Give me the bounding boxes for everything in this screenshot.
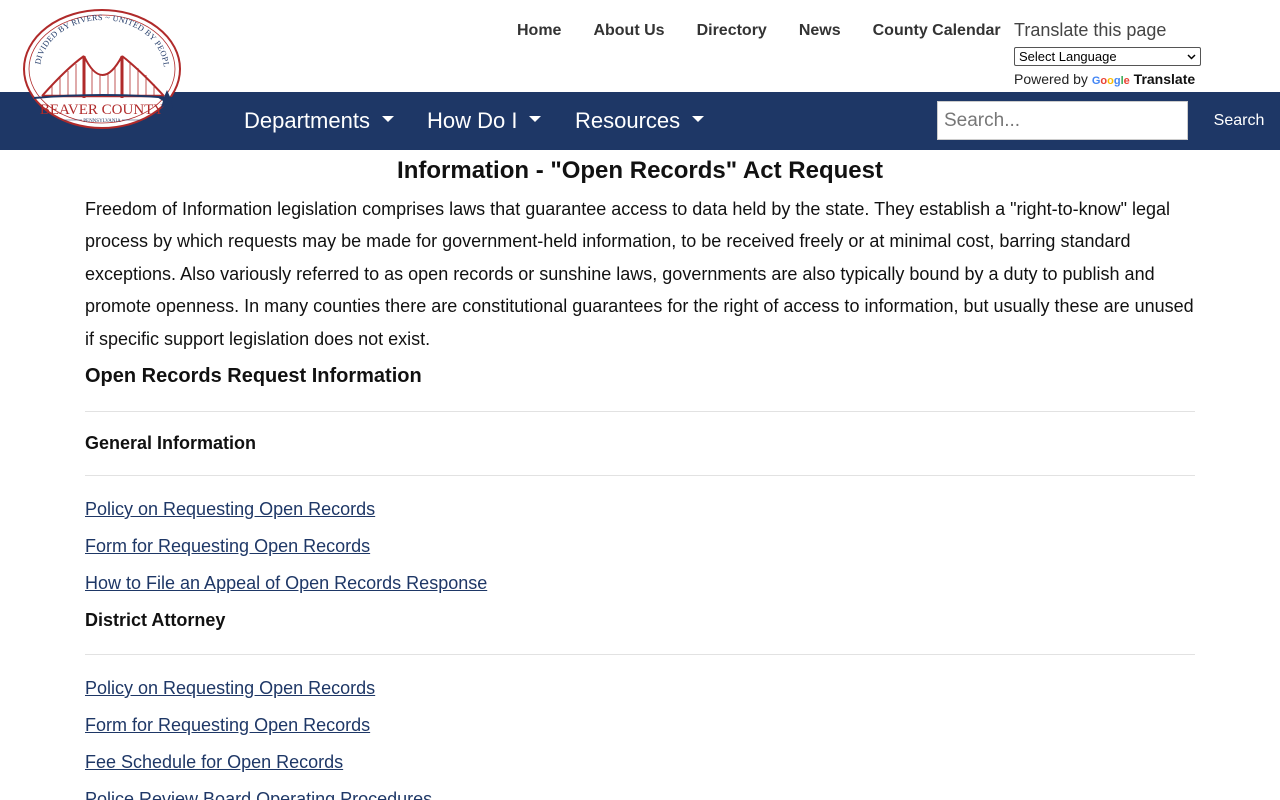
general-info-heading: General Information [85, 433, 257, 454]
translate-title: Translate this page [1014, 20, 1167, 40]
search-input[interactable]: Search... [937, 101, 1188, 140]
da-fee-link[interactable]: Fee Schedule for Open Records [85, 751, 1195, 773]
google-logo: Google [1091, 75, 1130, 87]
da-form-link[interactable]: Form for Requesting Open Records [85, 714, 1195, 736]
translate-link[interactable]: Translate [1134, 71, 1195, 87]
caret-down-icon [381, 116, 394, 122]
powered-by: Powered by Google Translate [1014, 71, 1196, 87]
menu-resources[interactable]: Resources [575, 108, 705, 134]
district-attorney-heading: District Attorney [85, 610, 226, 631]
divider [85, 475, 1195, 477]
translate-widget: Translate this page Select Language Powe… [1014, 19, 1214, 89]
svg-text:PENNSYLVANIA: PENNSYLVANIA [83, 119, 121, 124]
svg-text:BEAVER COUNTY: BEAVER COUNTY [40, 102, 164, 118]
search-button[interactable]: Search [1198, 101, 1280, 141]
nav-directory-link[interactable]: Directory [697, 22, 767, 40]
section-heading: Open Records Request Information [85, 365, 422, 388]
caret-down-icon [692, 116, 705, 122]
da-policy-link[interactable]: Policy on Requesting Open Records [85, 677, 1195, 699]
intro-paragraph: Freedom of Information legislation compr… [85, 199, 1194, 349]
nav-news-link[interactable]: News [799, 22, 841, 40]
da-police-review-link[interactable]: Police Review Board Operating Procedures [85, 788, 1195, 800]
menu-departments[interactable]: Departments [244, 108, 394, 134]
menu-how-do-i[interactable]: How Do I [427, 108, 542, 134]
language-select[interactable]: Select Language [1014, 47, 1201, 66]
caret-down-icon [529, 116, 542, 122]
divider [85, 654, 1195, 656]
general-policy-link[interactable]: Policy on Requesting Open Records [85, 498, 1195, 520]
top-nav: Home About Us Directory News County Cale… [500, 22, 1001, 40]
chevron-down-icon [1187, 53, 1196, 60]
nav-about-link[interactable]: About Us [593, 22, 664, 40]
nav-home-link[interactable]: Home [517, 22, 561, 40]
language-select-value: Select Language [1019, 49, 1117, 64]
main-nav: Departments How Do I Resources Search...… [0, 92, 1280, 150]
beaver-county-logo[interactable]: DIVIDED BY RIVERS ~ UNITED BY PEOPLE BEA… [22, 8, 183, 131]
general-form-link[interactable]: Form for Requesting Open Records [85, 535, 1195, 557]
divider [85, 411, 1195, 413]
nav-calendar-link[interactable]: County Calendar [873, 22, 1001, 40]
main-content: Information - "Open Records" Act Request… [85, 150, 1195, 800]
general-appeal-link[interactable]: How to File an Appeal of Open Records Re… [85, 572, 1195, 594]
page-title: Information - "Open Records" Act Request [397, 157, 883, 184]
